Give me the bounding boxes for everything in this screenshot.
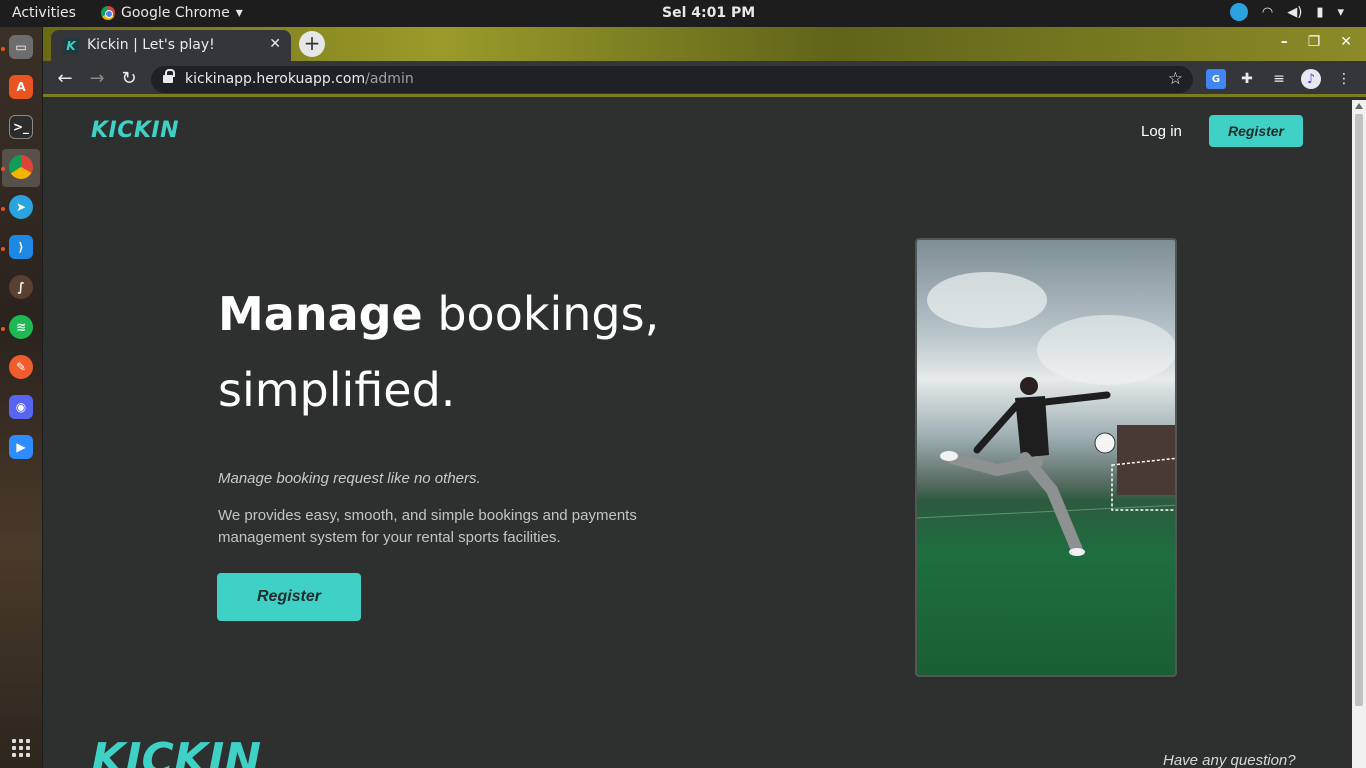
maximize-icon[interactable]: ❐	[1308, 34, 1321, 50]
menu-kebab-icon[interactable]: ⋮	[1334, 69, 1354, 89]
new-tab-button[interactable]: +	[299, 31, 325, 57]
login-link[interactable]: Log in	[1141, 123, 1182, 140]
telegram-tray-icon[interactable]	[1229, 3, 1248, 21]
files-icon[interactable]: ▭	[9, 35, 33, 59]
terminal-icon[interactable]: >_	[9, 115, 33, 139]
chrome-icon[interactable]	[9, 155, 33, 179]
chrome-icon	[101, 6, 115, 20]
volume-icon[interactable]: ◀)	[1287, 5, 1302, 20]
lock-icon	[163, 69, 175, 85]
window-controls: – ❐ ✕	[1281, 34, 1352, 50]
wifi-icon[interactable]: ◠	[1262, 5, 1273, 20]
profile-avatar-icon[interactable]: ♪	[1301, 69, 1321, 89]
scroll-up-icon[interactable]	[1355, 103, 1363, 109]
telegram-icon[interactable]: ➤	[9, 195, 33, 219]
show-applications-icon[interactable]	[12, 739, 30, 757]
kickin-favicon-icon: K	[63, 38, 79, 54]
activities-button[interactable]: Activities	[12, 5, 76, 21]
browser-window: K Kickin | Let's play! ✕ + – ❐ ✕ ← → ↻ k…	[43, 27, 1366, 768]
tab-kickin[interactable]: K Kickin | Let's play! ✕	[51, 30, 291, 61]
running-indicator	[1, 47, 5, 51]
battery-icon[interactable]: ▮	[1316, 5, 1323, 20]
brand-logo[interactable]: KICKIN	[91, 118, 179, 143]
media-queue-icon[interactable]: ≡	[1269, 69, 1289, 89]
back-arrow-icon[interactable]: ←	[53, 67, 77, 91]
url-path: /admin	[365, 71, 414, 87]
minimize-icon[interactable]: –	[1281, 34, 1288, 50]
running-indicator	[1, 167, 5, 171]
register-hero-button[interactable]: Register	[217, 573, 361, 621]
vscode-icon[interactable]: ⟩	[9, 235, 33, 259]
close-tab-icon[interactable]: ✕	[269, 36, 281, 52]
close-window-icon[interactable]: ✕	[1340, 34, 1352, 50]
chevron-down-icon[interactable]: ▾	[1337, 5, 1344, 20]
bookmark-star-icon[interactable]: ☆	[1168, 69, 1183, 89]
url-host: kickinapp.herokuapp.com	[185, 71, 366, 87]
running-indicator	[1, 327, 5, 331]
software-icon[interactable]: A	[9, 75, 33, 99]
headline-bold: Manage	[218, 287, 423, 341]
hero-soccer-photo	[915, 238, 1177, 677]
app-menu[interactable]: Google Chrome ▾	[101, 5, 243, 21]
spotify-icon[interactable]: ≋	[9, 315, 33, 339]
footer-brand-logo: KICKIN	[91, 734, 262, 768]
app-menu-label: Google Chrome	[121, 5, 230, 21]
browser-toolbar: ← → ↻ kickinapp.herokuapp.com/admin ☆ G …	[43, 61, 1366, 97]
dock: ▭ A >_ ➤ ⟩ ∫ ≋ ✎ ◉ ▶	[0, 27, 43, 768]
app-icon[interactable]: ∫	[9, 275, 33, 299]
translate-extension-icon[interactable]: G	[1206, 69, 1226, 89]
extensions-puzzle-icon[interactable]: ✚	[1237, 69, 1257, 89]
hero-headline: Manage bookings, simplified.	[218, 276, 778, 428]
soccer-player-illustration	[917, 272, 1175, 556]
url-text: kickinapp.herokuapp.com/admin	[185, 71, 414, 87]
hero-description: We provides easy, smooth, and simple boo…	[218, 507, 637, 546]
hero-tagline: Manage booking request like no others.	[218, 470, 481, 487]
clock[interactable]: Sel 4:01 PM	[662, 5, 755, 21]
discord-icon[interactable]: ◉	[9, 395, 33, 419]
page-scrollbar[interactable]	[1352, 100, 1366, 768]
reload-icon[interactable]: ↻	[117, 67, 141, 91]
browser-icon[interactable]: ✎	[9, 355, 33, 379]
tab-title: Kickin | Let's play!	[87, 37, 215, 53]
tab-strip: K Kickin | Let's play! ✕ + – ❐ ✕	[43, 27, 1366, 61]
running-indicator	[1, 207, 5, 211]
chevron-down-icon: ▾	[235, 5, 243, 21]
forward-arrow-icon[interactable]: →	[85, 67, 109, 91]
zoom-icon[interactable]: ▶	[9, 435, 33, 459]
running-indicator	[1, 247, 5, 251]
page-viewport: KICKIN Log in Register Manage bookings, …	[43, 100, 1366, 768]
scrollbar-thumb[interactable]	[1355, 114, 1363, 706]
system-tray[interactable]: ◠ ◀) ▮ ▾	[1229, 3, 1344, 21]
footer-question: Have any question?	[1163, 752, 1296, 768]
address-bar[interactable]: kickinapp.herokuapp.com/admin ☆	[151, 66, 1193, 93]
register-nav-button[interactable]: Register	[1209, 115, 1303, 147]
system-top-bar: Activities Google Chrome ▾ Sel 4:01 PM ◠…	[0, 0, 1366, 27]
